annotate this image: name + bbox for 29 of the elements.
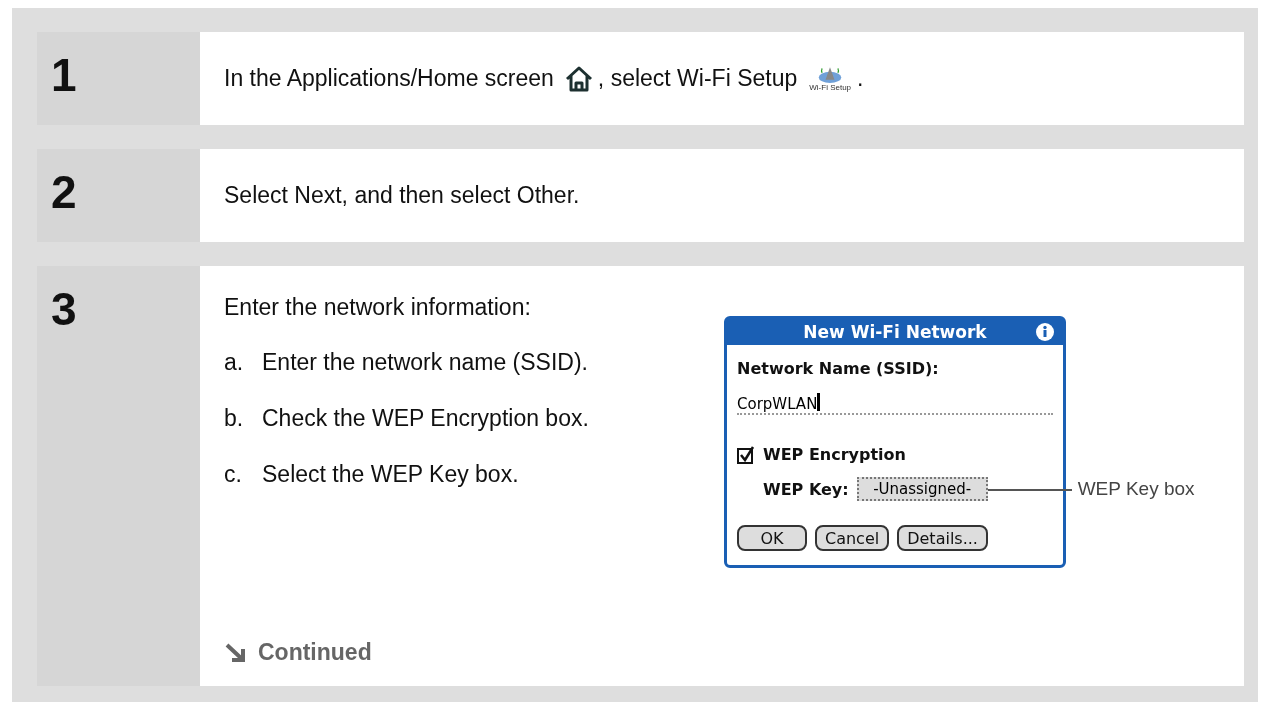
list-letter: c.	[224, 460, 243, 489]
step-text: .	[857, 65, 864, 92]
home-icon	[563, 64, 594, 93]
substep-text: Check the WEP Encryption box.	[262, 404, 589, 433]
substep-text: Select the WEP Key box.	[262, 460, 519, 489]
substep-text: Enter the network name (SSID).	[262, 348, 588, 377]
list-letter: b.	[224, 404, 245, 433]
callout-label: WEP Key box	[1077, 478, 1195, 500]
wep-key-selector[interactable]: -Unassigned-	[856, 477, 988, 501]
dialog-button[interactable]: Cancel	[815, 525, 890, 551]
dialog-title: New Wi-Fi Network	[803, 322, 987, 342]
step-text: Enter the network information:	[224, 294, 532, 321]
field-label: Network Name (SSID):	[737, 359, 940, 378]
dialog-button[interactable]: OK	[737, 525, 807, 551]
checkbox[interactable]	[737, 445, 755, 464]
step-number: 3	[51, 283, 77, 335]
checkbox-label: WEP Encryption	[763, 445, 906, 464]
step-text: In the Applications/Home screen	[224, 65, 554, 92]
step-text: Select Next, and then select Other.	[224, 182, 580, 209]
dialog-button[interactable]: Details...	[897, 525, 988, 551]
step-text: , select Wi-Fi Setup	[597, 65, 798, 92]
info-icon[interactable]	[1035, 322, 1055, 342]
field-label: WEP Key:	[763, 479, 849, 499]
list-letter: a.	[224, 348, 245, 377]
step-number: 2	[51, 166, 77, 218]
arrow-down-right-icon	[224, 641, 248, 664]
network-name-field[interactable]: CorpWLAN	[737, 391, 1053, 415]
step-number: 1	[51, 49, 77, 101]
continued-label: Continued	[258, 639, 372, 666]
